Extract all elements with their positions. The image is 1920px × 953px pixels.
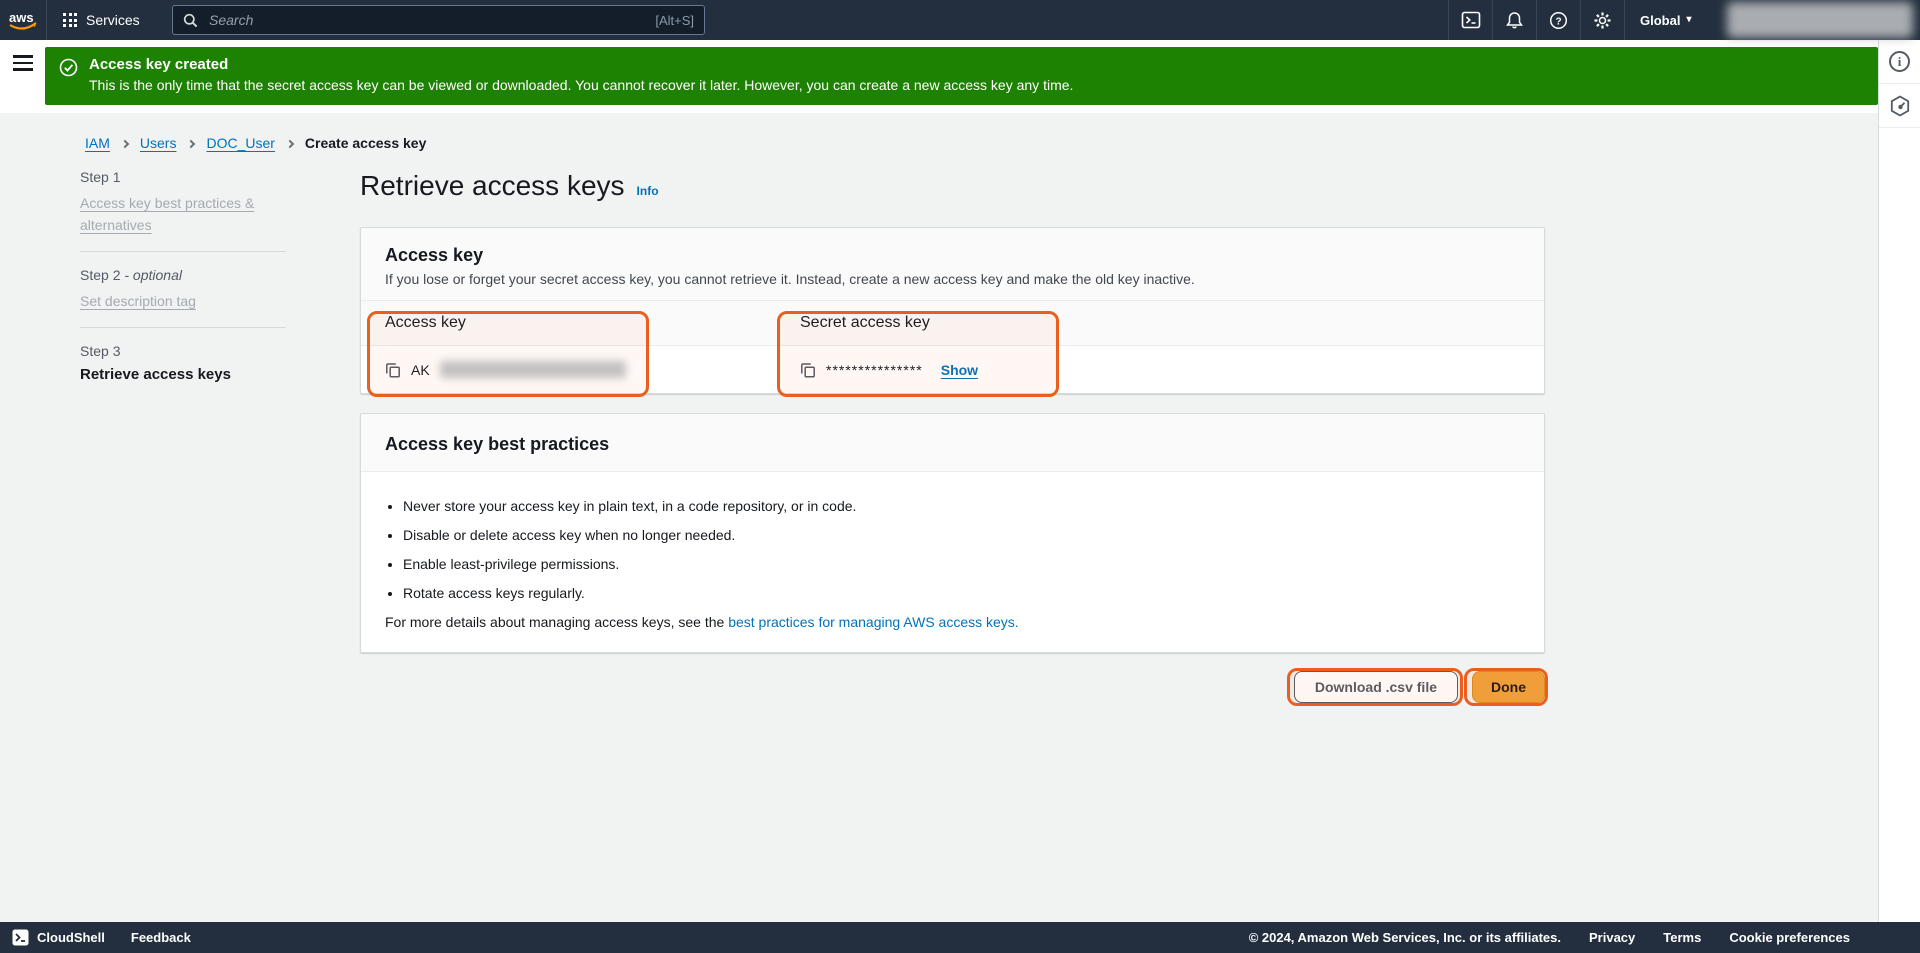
services-menu-button[interactable]: Services bbox=[47, 0, 156, 40]
best-practices-card: Access key best practices Never store yo… bbox=[360, 413, 1545, 653]
step-divider bbox=[80, 327, 286, 328]
best-practice-item: Enable least-privilege permissions. bbox=[403, 556, 1520, 573]
step3-label: Step 3 bbox=[80, 343, 286, 359]
step3-current: Retrieve access keys bbox=[80, 366, 286, 383]
step2-label: Step 2 - optional bbox=[80, 267, 286, 283]
breadcrumb-doc-user[interactable]: DOC_User bbox=[206, 135, 274, 151]
step1-label: Step 1 bbox=[80, 169, 286, 185]
main-content-area: IAM Users DOC_User Create access key Ste… bbox=[0, 113, 1878, 922]
chevron-right-icon bbox=[286, 139, 294, 147]
secret-key-masked-value: *************** bbox=[826, 362, 923, 378]
info-icon: i bbox=[1889, 51, 1910, 72]
hexagon-icon bbox=[1889, 95, 1911, 117]
top-navigation-bar: aws Services [Alt+S] bbox=[0, 0, 1920, 40]
breadcrumb-current: Create access key bbox=[305, 135, 426, 151]
hexagon-panel-toggle[interactable] bbox=[1879, 84, 1920, 128]
copy-icon[interactable] bbox=[385, 362, 401, 378]
chevron-down-icon: ▾ bbox=[1686, 15, 1691, 25]
feedback-link[interactable]: Feedback bbox=[131, 930, 191, 945]
account-menu-redacted[interactable] bbox=[1727, 2, 1913, 38]
settings-gear-icon[interactable] bbox=[1581, 0, 1624, 40]
wizard-steps-nav: Step 1 Access key best practices & alter… bbox=[80, 169, 286, 383]
page-title: Retrieve access keys bbox=[360, 169, 625, 203]
privacy-link[interactable]: Privacy bbox=[1589, 930, 1635, 945]
best-practices-footer-text: For more details about managing access k… bbox=[385, 614, 728, 630]
aws-logo[interactable]: aws bbox=[0, 8, 46, 32]
region-label: Global bbox=[1640, 13, 1680, 28]
breadcrumb-iam[interactable]: IAM bbox=[85, 135, 110, 151]
cloudshell-terminal-icon[interactable] bbox=[1449, 0, 1492, 40]
copyright-text: © 2024, Amazon Web Services, Inc. or its… bbox=[1249, 930, 1561, 945]
best-practice-item: Rotate access keys regularly. bbox=[403, 585, 1520, 602]
step2-link[interactable]: Set description tag bbox=[80, 293, 196, 309]
banner-strip: Access key created This is the only time… bbox=[0, 40, 1878, 113]
best-practices-link[interactable]: best practices for managing AWS access k… bbox=[728, 614, 1019, 630]
breadcrumb-users[interactable]: Users bbox=[140, 135, 177, 151]
best-practices-footer: For more details about managing access k… bbox=[385, 614, 1520, 630]
access-key-card: Access key If you lose or forget your se… bbox=[360, 227, 1545, 394]
flashbar-message: This is the only time that the secret ac… bbox=[89, 77, 1862, 93]
cloudshell-terminal-icon bbox=[12, 929, 29, 946]
services-label: Services bbox=[86, 12, 140, 28]
copy-icon[interactable] bbox=[800, 362, 816, 378]
done-button[interactable]: Done bbox=[1472, 671, 1545, 703]
search-input[interactable] bbox=[207, 11, 646, 29]
cookie-preferences-link[interactable]: Cookie preferences bbox=[1729, 930, 1850, 945]
breadcrumb: IAM Users DOC_User Create access key bbox=[85, 135, 426, 151]
access-key-card-description: If you lose or forget your secret access… bbox=[385, 271, 1520, 287]
chevron-right-icon bbox=[121, 139, 129, 147]
cloudshell-label: CloudShell bbox=[37, 930, 105, 945]
best-practice-item: Never store your access key in plain tex… bbox=[403, 498, 1520, 515]
services-grid-icon bbox=[63, 13, 77, 27]
access-key-prefix: AK bbox=[411, 362, 430, 378]
secret-key-column-label: Secret access key bbox=[776, 301, 1544, 345]
step1-link[interactable]: Access key best practices & alternatives bbox=[80, 195, 254, 233]
console-footer: CloudShell Feedback © 2024, Amazon Web S… bbox=[0, 922, 1920, 953]
success-flashbar: Access key created This is the only time… bbox=[45, 47, 1878, 105]
access-key-value-cell: AK bbox=[361, 346, 776, 393]
download-csv-button[interactable]: Download .csv file bbox=[1294, 671, 1458, 703]
aws-logo-text: aws bbox=[9, 10, 34, 25]
best-practice-item: Disable or delete access key when no lon… bbox=[403, 527, 1520, 544]
help-icon[interactable]: ? bbox=[1537, 0, 1580, 40]
chevron-right-icon bbox=[187, 139, 195, 147]
step-divider bbox=[80, 251, 286, 252]
terms-link[interactable]: Terms bbox=[1663, 930, 1701, 945]
region-selector[interactable]: Global ▾ bbox=[1625, 0, 1706, 40]
info-panel-toggle[interactable]: i bbox=[1879, 40, 1920, 84]
footer-cloudshell-button[interactable]: CloudShell bbox=[12, 929, 105, 946]
hamburger-menu-icon[interactable] bbox=[13, 55, 33, 71]
notifications-bell-icon[interactable] bbox=[1493, 0, 1536, 40]
check-circle-icon bbox=[59, 58, 78, 77]
step2-optional-suffix: - optional bbox=[124, 267, 182, 283]
secret-key-value-cell: *************** Show bbox=[776, 346, 1544, 393]
svg-text:?: ? bbox=[1555, 16, 1561, 27]
search-shortcut-hint: [Alt+S] bbox=[655, 13, 694, 28]
access-key-card-title: Access key bbox=[385, 245, 1520, 266]
access-key-redacted-value bbox=[440, 361, 626, 378]
flashbar-title: Access key created bbox=[89, 56, 1862, 73]
right-tools-rail: i bbox=[1878, 40, 1920, 922]
info-link[interactable]: Info bbox=[637, 184, 659, 198]
search-icon bbox=[183, 13, 198, 28]
access-key-column-label: Access key bbox=[361, 301, 776, 345]
show-secret-link[interactable]: Show bbox=[941, 362, 978, 378]
best-practices-title: Access key best practices bbox=[385, 434, 1520, 455]
global-search[interactable]: [Alt+S] bbox=[172, 5, 705, 35]
best-practices-list: Never store your access key in plain tex… bbox=[385, 498, 1520, 602]
